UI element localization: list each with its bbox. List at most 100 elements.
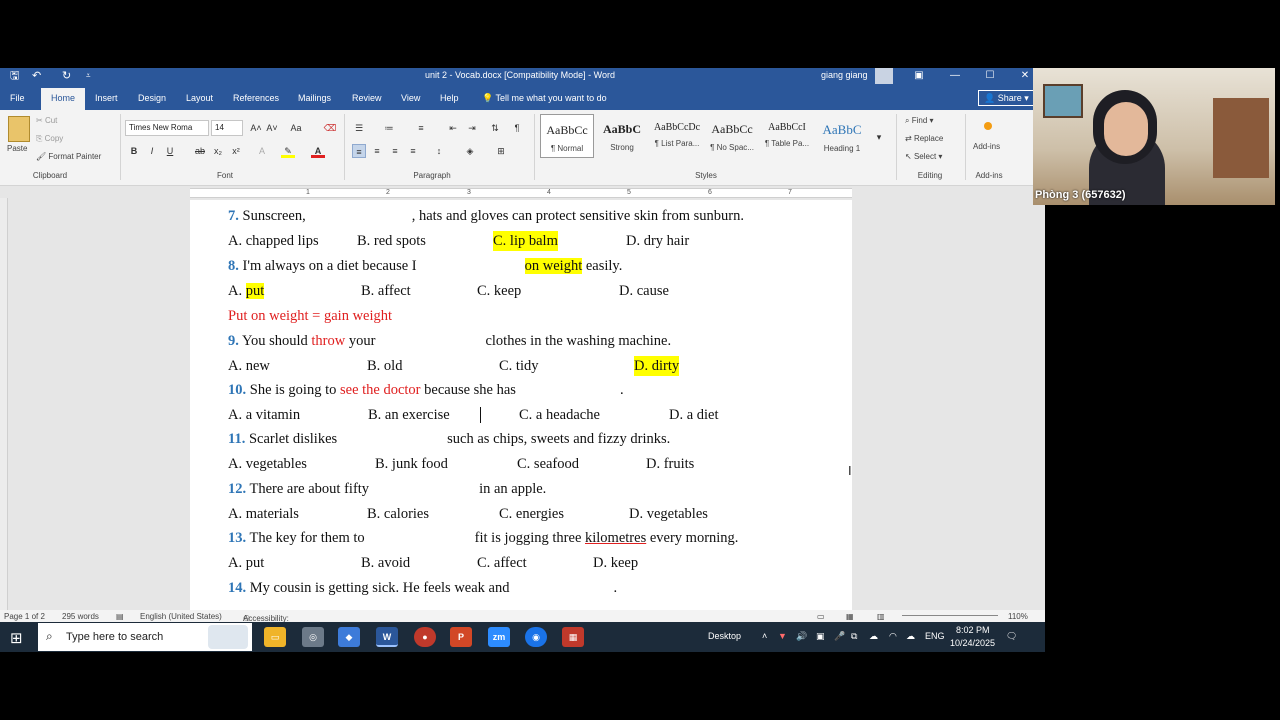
wifi-icon[interactable]: ◠ [889, 631, 897, 642]
superscript-icon[interactable]: x² [229, 144, 243, 158]
save-icon[interactable]: 🖫 [10, 69, 19, 83]
align-left-icon[interactable]: ≡ [352, 144, 366, 158]
horizontal-ruler[interactable]: 1 2 3 4 5 6 7 [190, 188, 852, 198]
highlight-icon[interactable]: ✎ [281, 144, 295, 158]
ribbon-display-icon[interactable]: ▣ [906, 68, 932, 84]
language-indicator[interactable]: ENG [925, 631, 945, 641]
volume-icon[interactable]: 🔊 [796, 631, 807, 642]
tab-layout[interactable]: Layout [186, 93, 213, 103]
desktop-toolbar[interactable]: Desktop [708, 631, 741, 641]
add-ins-button[interactable]: Add-ins [973, 142, 1000, 151]
align-center-icon[interactable]: ≡ [370, 144, 384, 158]
chrome-icon[interactable]: ◉ [525, 627, 547, 647]
format-painter-button[interactable]: 🖌 Format Painter [36, 152, 101, 161]
borders-icon[interactable]: ⊞ [494, 144, 508, 158]
shading-icon[interactable]: ◈ [463, 144, 477, 158]
grow-font-icon[interactable]: A˄ [249, 121, 263, 135]
text-effects-icon[interactable]: A [255, 144, 269, 158]
undo-icon[interactable]: ↶ [32, 69, 41, 83]
style-table-paragraph[interactable]: AaBbCcI ¶ Table Pa... [760, 114, 814, 158]
tell-me-search[interactable]: 💡 Tell me what you want to do [482, 93, 607, 104]
file-explorer-icon[interactable]: ▭ [264, 627, 286, 647]
print-layout-icon[interactable]: ▦ [846, 612, 854, 621]
minimize-button[interactable]: — [942, 68, 968, 84]
redo-icon[interactable]: ↻ [62, 69, 71, 83]
word-count[interactable]: 295 words [62, 612, 99, 621]
proofing-icon[interactable]: ▤ [116, 612, 124, 621]
taskbar-search[interactable]: ⌕ Type here to search [38, 623, 252, 651]
tab-help[interactable]: Help [440, 93, 459, 103]
bullets-icon[interactable]: ☰ [352, 121, 366, 135]
avatar[interactable] [875, 68, 893, 84]
screen-capture-icon[interactable]: ⧉ [851, 631, 857, 642]
underline-icon[interactable]: U [163, 144, 177, 158]
clock-date[interactable]: 10/24/2025 [950, 638, 995, 648]
replace-button[interactable]: ⇄ Replace [905, 134, 943, 143]
italic-icon[interactable]: I [145, 144, 159, 158]
font-color-icon[interactable]: A [311, 144, 325, 158]
clear-formatting-icon[interactable]: ⌫ [323, 121, 337, 135]
multilevel-list-icon[interactable]: ≡ [414, 121, 428, 135]
user-name[interactable]: giang giang [821, 70, 868, 80]
style-no-spacing[interactable]: AaBbCc ¶ No Spac... [705, 114, 759, 158]
font-name-combo[interactable]: Times New Roma [125, 120, 209, 136]
camera-icon[interactable]: ▣ [816, 631, 825, 642]
styles-more-icon[interactable]: ▾ [872, 130, 886, 144]
tab-home[interactable]: Home [41, 88, 86, 110]
web-layout-icon[interactable]: ▥ [877, 612, 885, 621]
tab-design[interactable]: Design [138, 93, 166, 103]
change-case-icon[interactable]: Aa [289, 121, 303, 135]
align-right-icon[interactable]: ≡ [388, 144, 402, 158]
style-list-paragraph[interactable]: AaBbCcDc ¶ List Para... [650, 114, 704, 158]
tray-app-icon[interactable]: ▼ [778, 631, 787, 641]
font-size-combo[interactable]: 14 [211, 120, 243, 136]
cloud-icon[interactable]: ☁ [906, 631, 915, 642]
page-count[interactable]: Page 1 of 2 [4, 612, 45, 621]
tab-file[interactable]: File [10, 93, 25, 103]
decrease-indent-icon[interactable]: ⇤ [446, 121, 460, 135]
network-tray-icon[interactable]: ☁ [869, 631, 878, 642]
numbering-icon[interactable]: ≔ [382, 121, 396, 135]
chevron-up-icon[interactable]: ˄ [762, 631, 767, 641]
paste-button[interactable]: Paste [7, 144, 27, 153]
find-button[interactable]: ⌕ Find ▾ [905, 116, 934, 126]
bold-icon[interactable]: B [127, 144, 141, 158]
tab-mailings[interactable]: Mailings [298, 93, 331, 103]
zoom-slider[interactable] [902, 615, 998, 616]
word-icon[interactable]: W [376, 627, 398, 647]
strikethrough-icon[interactable]: ab [193, 144, 207, 158]
sort-icon[interactable]: ⇅ [488, 121, 502, 135]
customize-toolbar-icon[interactable]: ⩡ [86, 69, 91, 83]
justify-icon[interactable]: ≡ [406, 144, 420, 158]
document-page[interactable]: 7. Sunscreen, , hats and gloves can prote… [190, 200, 852, 612]
increase-indent-icon[interactable]: ⇥ [465, 121, 479, 135]
app-5-icon[interactable]: ● [414, 627, 436, 647]
tab-insert[interactable]: Insert [95, 93, 118, 103]
copy-button[interactable]: ⎘ Copy [36, 134, 63, 144]
tab-view[interactable]: View [401, 93, 420, 103]
maximize-button[interactable]: ☐ [977, 68, 1003, 84]
subscript-icon[interactable]: x₂ [211, 144, 225, 158]
pilcrow-icon[interactable]: ¶ [510, 121, 524, 135]
webcam-video[interactable]: Phòng 3 (657632) [1033, 68, 1275, 205]
zoom-icon[interactable]: zm [488, 627, 510, 647]
copilot-icon[interactable]: ◆ [338, 627, 360, 647]
paste-icon[interactable] [8, 116, 30, 142]
zoom-level[interactable]: 110% [1008, 612, 1028, 621]
style-heading-1[interactable]: AaBbC Heading 1 [815, 114, 869, 158]
vertical-ruler[interactable] [0, 198, 8, 610]
language-status[interactable]: English (United States) [140, 612, 222, 621]
app-9-icon[interactable]: ▦ [562, 627, 584, 647]
shrink-font-icon[interactable]: A˅ [265, 121, 279, 135]
tab-review[interactable]: Review [352, 93, 382, 103]
style-normal[interactable]: AaBbCc ¶ Normal [540, 114, 594, 158]
line-spacing-icon[interactable]: ↕ [432, 144, 446, 158]
read-mode-icon[interactable]: ▭ [817, 612, 825, 621]
cut-button[interactable]: ✂ Cut [36, 116, 57, 125]
windows-start-icon[interactable]: ⊞ [10, 629, 23, 647]
notifications-icon[interactable]: 🗨 [1006, 631, 1017, 642]
style-strong[interactable]: AaBbC Strong [595, 114, 649, 158]
clock-time[interactable]: 8:02 PM [956, 625, 990, 635]
select-button[interactable]: ↖ Select ▾ [905, 152, 942, 161]
share-button[interactable]: 👤 Share ▾ [978, 90, 1034, 106]
